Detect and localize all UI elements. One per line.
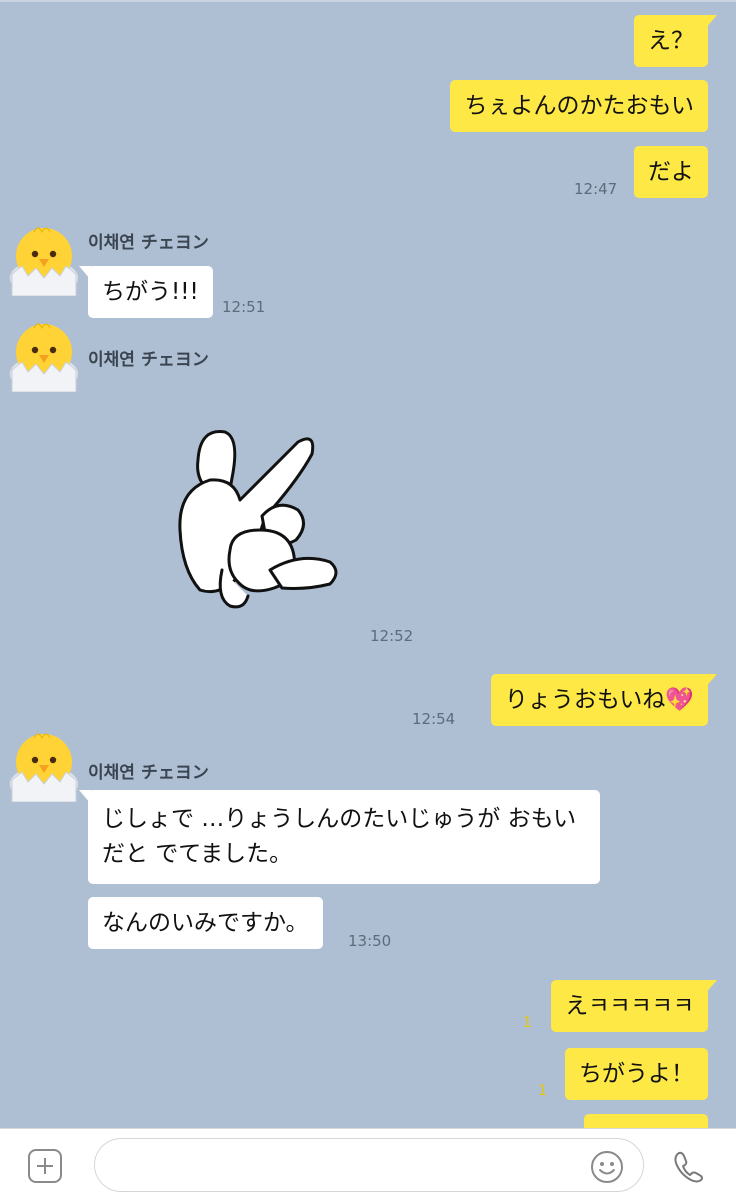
incoming-message[interactable]: ちがう!!! [79,266,213,318]
contact-name: 이채연 チェヨン [88,763,209,783]
message-input-bar [0,1128,736,1200]
outgoing-message[interactable]: ちぇよんのかたおもい [450,80,708,132]
message-timestamp: 13:50 [348,932,392,950]
smiley-icon[interactable] [590,1150,624,1184]
incoming-message[interactable]: なんのいみですか。 [88,897,323,949]
outgoing-message[interactable]: えㅋㅋㅋㅋㅋ [551,980,717,1032]
chick-avatar[interactable] [4,222,78,296]
outgoing-message[interactable]: りょうおもいね💖 [490,674,718,726]
read-count: 1 [538,1083,547,1099]
top-divider [0,0,736,2]
chick-avatar[interactable] [4,728,78,802]
message-input[interactable] [94,1138,644,1192]
read-count: 1 [523,1015,532,1031]
contact-name: 이채연 チェヨン [88,233,209,253]
outgoing-message[interactable]: ちがうよ！ [565,1048,708,1100]
message-timestamp: 12:52 [370,627,414,645]
outgoing-message-partial[interactable] [584,1114,708,1128]
chat-area[interactable]: え？ ちぇよんのかたおもい 12:47 だよ 이채연 チェヨン ちがう!!! 1… [0,0,736,1128]
message-timestamp: 12:54 [412,710,456,728]
chick-avatar[interactable] [4,318,78,392]
outgoing-message[interactable]: だよ [634,146,708,198]
plus-icon[interactable] [28,1149,62,1183]
phone-icon[interactable] [670,1148,706,1184]
rabbit-sticker[interactable] [170,420,360,620]
incoming-message[interactable]: じしょで …りょうしんのたいじゅうが おもいだと でてました。 [79,790,600,884]
message-timestamp: 12:51 [222,298,266,316]
message-timestamp: 12:47 [574,180,618,198]
contact-name: 이채연 チェヨン [88,350,209,370]
outgoing-message[interactable]: え？ [634,15,717,67]
